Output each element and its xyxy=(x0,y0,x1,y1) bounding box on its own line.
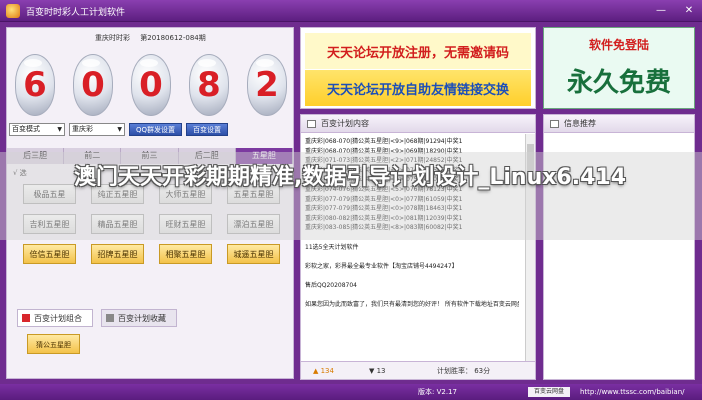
plan-grid-button[interactable]: 倍信五星胆 xyxy=(23,244,76,264)
minimize-button[interactable]: — xyxy=(654,4,668,17)
plan-content-header: 百变计划内容 xyxy=(301,115,535,133)
plan-line: 重庆彩|068-070|猜公英五星胆|<9>|068期|91294|中奖1 xyxy=(305,138,463,145)
draw-ball: 0 xyxy=(73,54,113,116)
like-button[interactable]: ▲ 134 xyxy=(313,362,334,380)
overlay-caption: 澳门天天开彩期期精准,数据引导计划设计_Linux6.414 xyxy=(73,165,627,190)
document-icon xyxy=(550,120,559,128)
plan-tabs: 百变计划组合 百变计划收藏 xyxy=(17,309,177,327)
info-header: 信息推荐 xyxy=(544,115,694,133)
forum-ad-banner[interactable]: 天天论坛开放注册，无需邀请码 天天论坛开放自助友情链接交换 xyxy=(300,27,536,109)
tab-plan-combo[interactable]: 百变计划组合 xyxy=(17,309,93,327)
plan-line xyxy=(305,271,519,281)
close-button[interactable]: ✕ xyxy=(682,4,696,17)
draw-ball: 2 xyxy=(247,54,287,116)
title-bar: 百变时时彩人工计划软件 — ✕ xyxy=(0,0,702,22)
draw-header: 重庆时时彩 第20180612-084期 xyxy=(95,33,206,43)
plan-line: 彩软之家，彩界最全最专业软件【淘宝店铺号4494247】 xyxy=(305,262,458,270)
website-link[interactable]: http://www.ttssc.com/baibian/ xyxy=(580,384,685,400)
plan-footer: ▲ 134 ▼ 13 计划胜率： 63分 xyxy=(301,361,535,379)
cloud-disk-button[interactable]: 百变云网盘 xyxy=(528,387,570,397)
status-bar: 版本: V2.17 百变云网盘 http://www.ttssc.com/bai… xyxy=(0,384,702,400)
folder-icon xyxy=(106,314,114,322)
mode-select[interactable]: 百变模式 ▼ xyxy=(9,123,65,136)
plan-score: 计划胜率： 63分 xyxy=(437,367,491,375)
plan-grid-button[interactable]: 招牌五星胆 xyxy=(91,244,144,264)
chevron-down-icon: ▼ xyxy=(57,126,62,133)
plan-grid-button[interactable]: 相聚五星胆 xyxy=(159,244,212,264)
ad-free-login: 软件免登陆 xyxy=(588,38,649,52)
chevron-down-icon: ▼ xyxy=(117,126,122,133)
plan-combo-button[interactable]: 猜公五星胆 xyxy=(27,334,80,354)
period-label: 第20180612-084期 xyxy=(140,34,206,42)
tab-plan-favorites[interactable]: 百变计划收藏 xyxy=(101,309,177,327)
baibian-settings-button[interactable]: 百变设置 xyxy=(186,123,229,136)
plan-content-title: 百变计划内容 xyxy=(321,119,369,128)
plan-line: 售后QQ20208704 xyxy=(305,281,357,289)
lottery-name: 重庆时时彩 xyxy=(95,34,130,42)
draw-ball: 8 xyxy=(189,54,229,116)
plan-grid-button[interactable]: 城遥五星胆 xyxy=(227,244,280,264)
plan-line: 11选5全天计划软件 xyxy=(305,243,359,251)
draw-ball: 0 xyxy=(131,54,171,116)
ad-line-registration[interactable]: 天天论坛开放注册，无需邀请码 xyxy=(305,33,531,69)
flag-icon xyxy=(22,314,30,322)
free-software-ad[interactable]: 软件免登陆 永久免费 xyxy=(543,27,695,109)
version-label: 版本: V2.17 xyxy=(418,388,457,396)
caption-overlay: 澳门天天开彩期期精准,数据引导计划设计_Linux6.414 xyxy=(0,152,702,240)
plan-line: 如果您因为此而致富了，我们只有最清到您的好评！ 所有软件下载地址百变云网盘 xyxy=(305,301,519,309)
document-icon xyxy=(307,120,316,128)
plan-line xyxy=(305,252,519,262)
dislike-button[interactable]: ▼ 13 xyxy=(369,362,386,380)
info-title: 信息推荐 xyxy=(564,119,596,128)
ad-forever-free: 永久免费 xyxy=(566,68,671,98)
qq-settings-button[interactable]: QQ群发设置 xyxy=(129,123,183,136)
draw-ball: 6 xyxy=(15,54,55,116)
control-row: 百变模式 ▼ 重庆彩 ▼ QQ群发设置 百变设置 xyxy=(9,123,229,136)
window-title: 百变时时彩人工计划软件 xyxy=(26,8,126,18)
lottery-select[interactable]: 重庆彩 ▼ xyxy=(69,123,125,136)
ad-line-links[interactable]: 天天论坛开放自助友情链接交换 xyxy=(305,70,531,106)
draw-balls: 6 0 0 8 2 xyxy=(15,48,287,126)
app-logo-icon xyxy=(6,4,20,18)
plan-line xyxy=(305,291,519,301)
